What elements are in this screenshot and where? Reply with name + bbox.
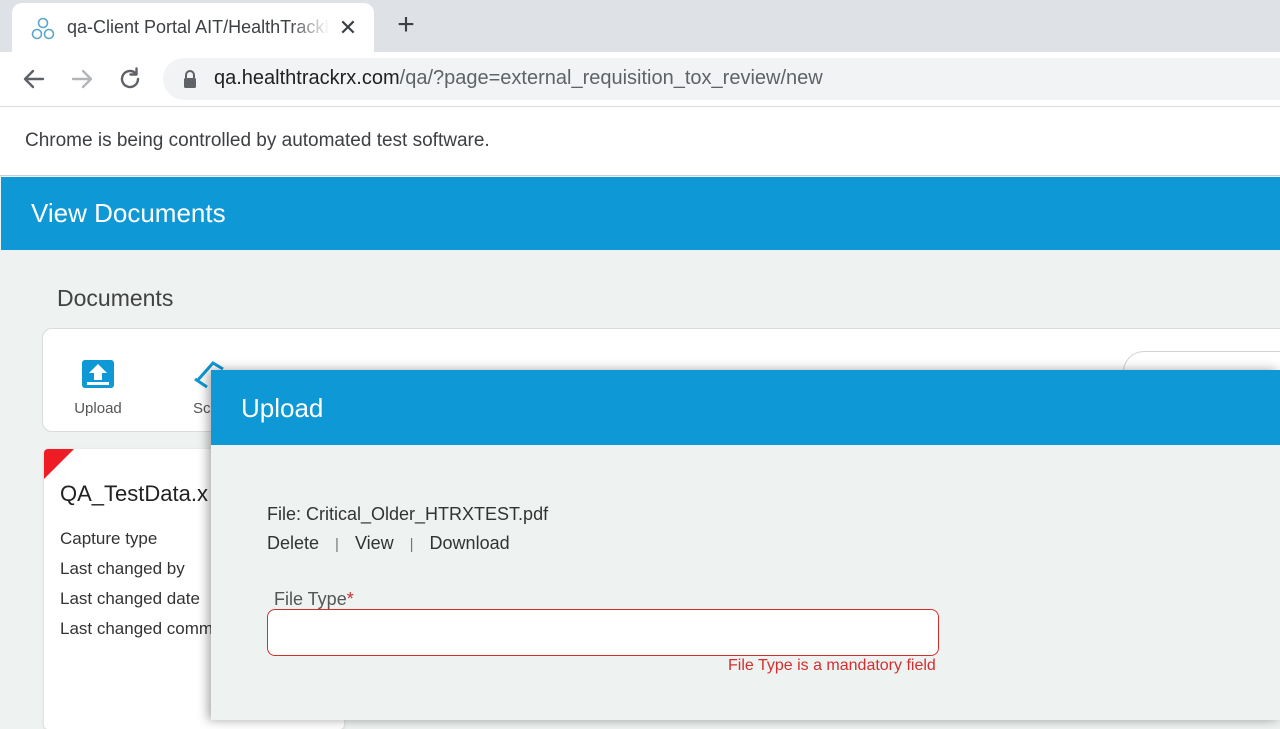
healthtrackrx-favicon-icon [31,17,55,40]
action-separator: | [409,536,414,553]
documents-section-title: Documents [57,285,174,311]
forward-arrow-icon[interactable] [67,64,97,94]
url-text[interactable]: qa.healthtrackrx.com/qa/?page=external_r… [214,67,823,90]
upload-tool-label: Upload [74,400,122,417]
file-type-label-text: File Type [274,589,347,609]
file-name-text: File: Critical_Older_HTRXTEST.pdf [267,504,549,524]
delete-link[interactable]: Delete [267,533,319,553]
file-type-label: File Type* [274,589,354,610]
app-header: View Documents [1,177,1280,250]
last-changed-by-label: Last changed by [60,559,185,578]
browser-toolbar: qa.healthtrackrx.com/qa/?page=external_r… [0,52,1280,107]
address-bar[interactable]: qa.healthtrackrx.com/qa/?page=external_r… [163,58,1280,100]
upload-dialog: Upload File: Critical_Older_HTRXTEST.pdf… [211,370,1280,720]
file-type-field[interactable] [267,609,939,656]
lock-icon[interactable] [182,69,198,89]
download-link[interactable]: Download [430,533,510,553]
tab-title: qa-Client Portal AIT/HealthTrackRx [67,17,329,37]
close-tab-icon[interactable]: ✕ [337,15,359,41]
new-tab-icon[interactable]: + [393,10,419,40]
reload-icon[interactable] [115,64,145,94]
upload-tool-button[interactable]: Upload [69,359,127,417]
browser-tab[interactable]: qa-Client Portal AIT/HealthTrackRx ✕ [12,3,374,52]
browser-tab-strip: qa-Client Portal AIT/HealthTrackRx ✕ + [0,0,1280,52]
url-host: qa.healthtrackrx.com [214,67,400,89]
back-arrow-icon[interactable] [19,64,49,94]
view-link[interactable]: View [355,533,394,553]
upload-dialog-header: Upload [211,370,1280,445]
last-changed-comment-label: Last changed comm [60,619,214,638]
file-actions: Delete | View | Download [267,533,510,554]
infobar-message: Chrome is being controlled by automated … [25,130,490,151]
upload-dialog-title: Upload [241,393,324,423]
required-asterisk: * [346,589,354,609]
document-title: QA_TestData.x [60,481,208,506]
file-type-error-message: File Type is a mandatory field [728,657,936,674]
url-path: /qa/?page=external_requisition_tox_revie… [399,67,823,89]
capture-type-label: Capture type [60,529,158,548]
automation-infobar: Chrome is being controlled by automated … [0,107,1280,176]
card-corner-flag [44,449,74,479]
page-title: View Documents [31,198,226,228]
upload-icon [82,360,114,388]
last-changed-date-label: Last changed date [60,589,200,608]
action-separator: | [335,536,339,553]
